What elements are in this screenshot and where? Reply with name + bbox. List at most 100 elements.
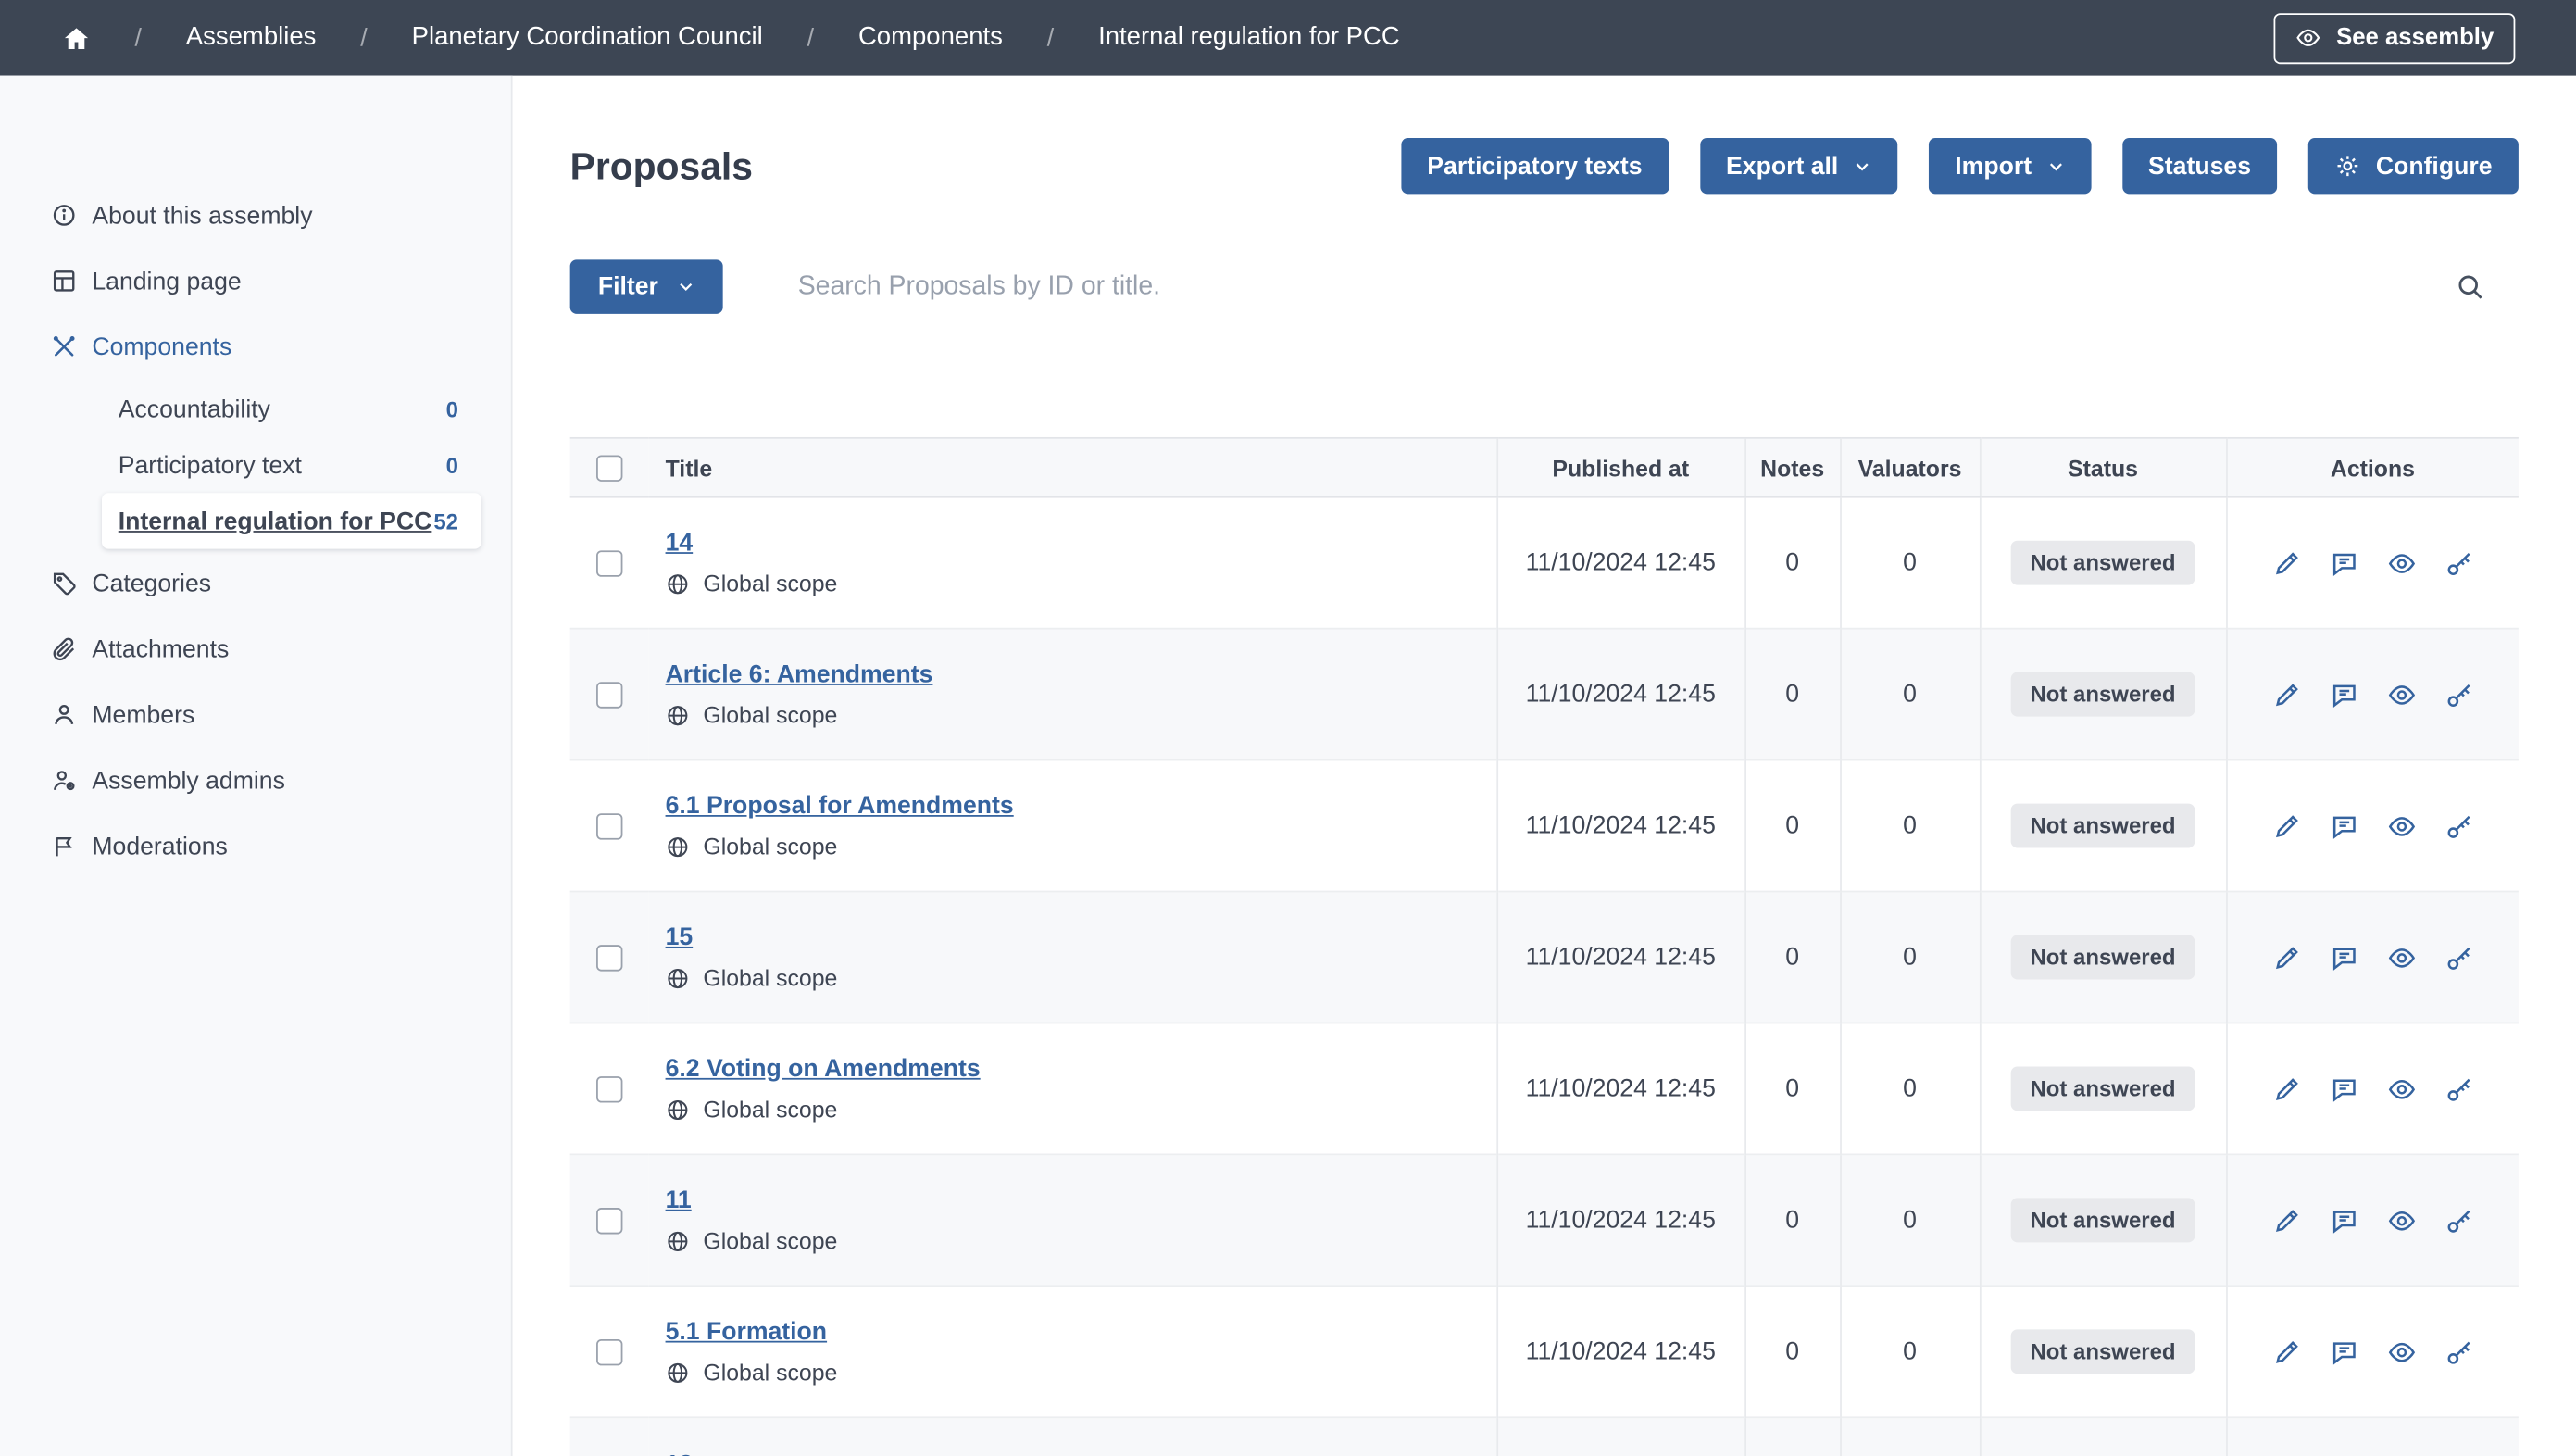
globe-icon <box>666 571 691 596</box>
sidebar-item-assembly-admins[interactable]: Assembly admins <box>0 747 511 813</box>
answer-proposal-icon[interactable] <box>2329 811 2358 841</box>
table-row: 12 <box>570 1417 2519 1456</box>
sidebar-item-internal-regulation[interactable]: Internal regulation for PCC 52 <box>102 493 481 548</box>
admin-page: / Assemblies / Planetary Coordination Co… <box>0 0 2576 1456</box>
filter-bar: Filter <box>570 259 2519 314</box>
proposal-title-link[interactable]: 11 <box>666 1186 692 1214</box>
edit-proposal-icon[interactable] <box>2271 811 2301 841</box>
row-checkbox[interactable] <box>596 813 622 839</box>
row-checkbox-cell <box>570 1286 649 1417</box>
search-button[interactable] <box>2455 271 2486 303</box>
eye-icon <box>2295 25 2321 51</box>
chevron-down-icon <box>2046 157 2065 175</box>
sidebar-item-accountability[interactable]: Accountability 0 <box>102 382 481 437</box>
preview-proposal-icon[interactable] <box>2387 1073 2417 1103</box>
proposal-title-cell: 6.2 Voting on Amendments Global scope <box>649 1023 1497 1154</box>
sidebar: About this assembly Landing page Compone… <box>0 76 513 1456</box>
sidebar-item-components[interactable]: Components <box>0 314 511 380</box>
row-checkbox[interactable] <box>596 550 622 576</box>
preview-proposal-icon[interactable] <box>2387 811 2417 841</box>
see-assembly-button[interactable]: See assembly <box>2274 12 2516 63</box>
permissions-key-icon[interactable] <box>2445 680 2474 709</box>
breadcrumb-components[interactable]: Components <box>858 23 1003 53</box>
row-checkbox[interactable] <box>596 1076 622 1102</box>
proposal-title-link[interactable]: 12 <box>666 1450 694 1456</box>
permissions-key-icon[interactable] <box>2445 1205 2474 1235</box>
breadcrumb-separator: / <box>134 24 141 52</box>
sidebar-item-participatory-text[interactable]: Participatory text 0 <box>102 437 481 493</box>
proposal-title-link[interactable]: 15 <box>666 923 694 951</box>
breadcrumb-assembly-name[interactable]: Planetary Coordination Council <box>412 23 763 53</box>
row-checkbox-cell <box>570 1417 649 1456</box>
published-at-cell: 11/10/2024 12:45 <box>1496 892 1744 1023</box>
proposal-title-link[interactable]: 14 <box>666 529 694 557</box>
notes-count-cell: 0 <box>1744 760 1840 892</box>
column-header-notes: Notes <box>1744 438 1840 497</box>
notes-count-cell: 0 <box>1744 1286 1840 1417</box>
table-row: 15 Global scope 11/10/2024 12:45 0 0 Not… <box>570 892 2519 1023</box>
configure-button[interactable]: Configure <box>2308 138 2519 194</box>
proposal-title-link[interactable]: 6.1 Proposal for Amendments <box>666 792 1014 820</box>
answer-proposal-icon[interactable] <box>2329 680 2358 709</box>
breadcrumb-assemblies[interactable]: Assemblies <box>186 23 317 53</box>
breadcrumb-separator: / <box>360 24 367 52</box>
filter-button[interactable]: Filter <box>570 259 722 314</box>
permissions-key-icon[interactable] <box>2445 1337 2474 1366</box>
search-input[interactable] <box>798 272 2435 302</box>
gear-icon <box>2334 153 2360 179</box>
sidebar-item-categories[interactable]: Categories <box>0 550 511 616</box>
preview-proposal-icon[interactable] <box>2387 943 2417 973</box>
edit-proposal-icon[interactable] <box>2271 548 2301 578</box>
answer-proposal-icon[interactable] <box>2329 548 2358 578</box>
edit-proposal-icon[interactable] <box>2271 1073 2301 1103</box>
tools-icon <box>51 333 77 359</box>
proposal-title-link[interactable]: Article 6: Amendments <box>666 660 933 688</box>
status-cell: Not answered <box>1980 1154 2226 1286</box>
globe-icon <box>666 1360 691 1385</box>
home-link[interactable] <box>62 24 90 52</box>
valuators-count-cell: 0 <box>1840 497 1980 629</box>
statuses-button[interactable]: Statuses <box>2122 138 2278 194</box>
edit-proposal-icon[interactable] <box>2271 943 2301 973</box>
answer-proposal-icon[interactable] <box>2329 1073 2358 1103</box>
answer-proposal-icon[interactable] <box>2329 1205 2358 1235</box>
row-checkbox-cell <box>570 892 649 1023</box>
preview-proposal-icon[interactable] <box>2387 680 2417 709</box>
preview-proposal-icon[interactable] <box>2387 548 2417 578</box>
import-button[interactable]: Import <box>1929 138 2091 194</box>
breadcrumb-current-component[interactable]: Internal regulation for PCC <box>1098 23 1400 53</box>
preview-proposal-icon[interactable] <box>2387 1337 2417 1366</box>
proposal-title-cell: Article 6: Amendments Global scope <box>649 629 1497 760</box>
answer-proposal-icon[interactable] <box>2329 943 2358 973</box>
row-checkbox[interactable] <box>596 945 622 971</box>
preview-proposal-icon[interactable] <box>2387 1205 2417 1235</box>
permissions-key-icon[interactable] <box>2445 1073 2474 1103</box>
edit-proposal-icon[interactable] <box>2271 1337 2301 1366</box>
breadcrumb-separator: / <box>807 24 814 52</box>
sidebar-item-about[interactable]: About this assembly <box>0 182 511 248</box>
sidebar-item-attachments[interactable]: Attachments <box>0 616 511 682</box>
actions-cell <box>2226 760 2519 892</box>
sidebar-item-moderations[interactable]: Moderations <box>0 813 511 879</box>
participatory-texts-button[interactable]: Participatory texts <box>1401 138 1669 194</box>
edit-proposal-icon[interactable] <box>2271 680 2301 709</box>
edit-proposal-icon[interactable] <box>2271 1205 2301 1235</box>
permissions-key-icon[interactable] <box>2445 548 2474 578</box>
home-icon <box>62 24 90 52</box>
proposal-title-link[interactable]: 5.1 Formation <box>666 1318 828 1346</box>
permissions-key-icon[interactable] <box>2445 811 2474 841</box>
proposal-scope: Global scope <box>666 571 1496 596</box>
row-checkbox[interactable] <box>596 1339 622 1365</box>
table-row: 14 Global scope 11/10/2024 12:45 0 0 Not… <box>570 497 2519 629</box>
export-all-button[interactable]: Export all <box>1700 138 1898 194</box>
sidebar-item-landing-page[interactable]: Landing page <box>0 248 511 314</box>
permissions-key-icon[interactable] <box>2445 943 2474 973</box>
sidebar-item-members[interactable]: Members <box>0 682 511 747</box>
select-all-checkbox[interactable] <box>596 456 622 482</box>
row-checkbox[interactable] <box>596 1208 622 1234</box>
answer-proposal-icon[interactable] <box>2329 1337 2358 1366</box>
proposal-scope: Global scope <box>666 834 1496 860</box>
proposal-title-link[interactable]: 6.2 Voting on Amendments <box>666 1055 981 1083</box>
globe-icon <box>666 1228 691 1253</box>
row-checkbox[interactable] <box>596 682 622 708</box>
